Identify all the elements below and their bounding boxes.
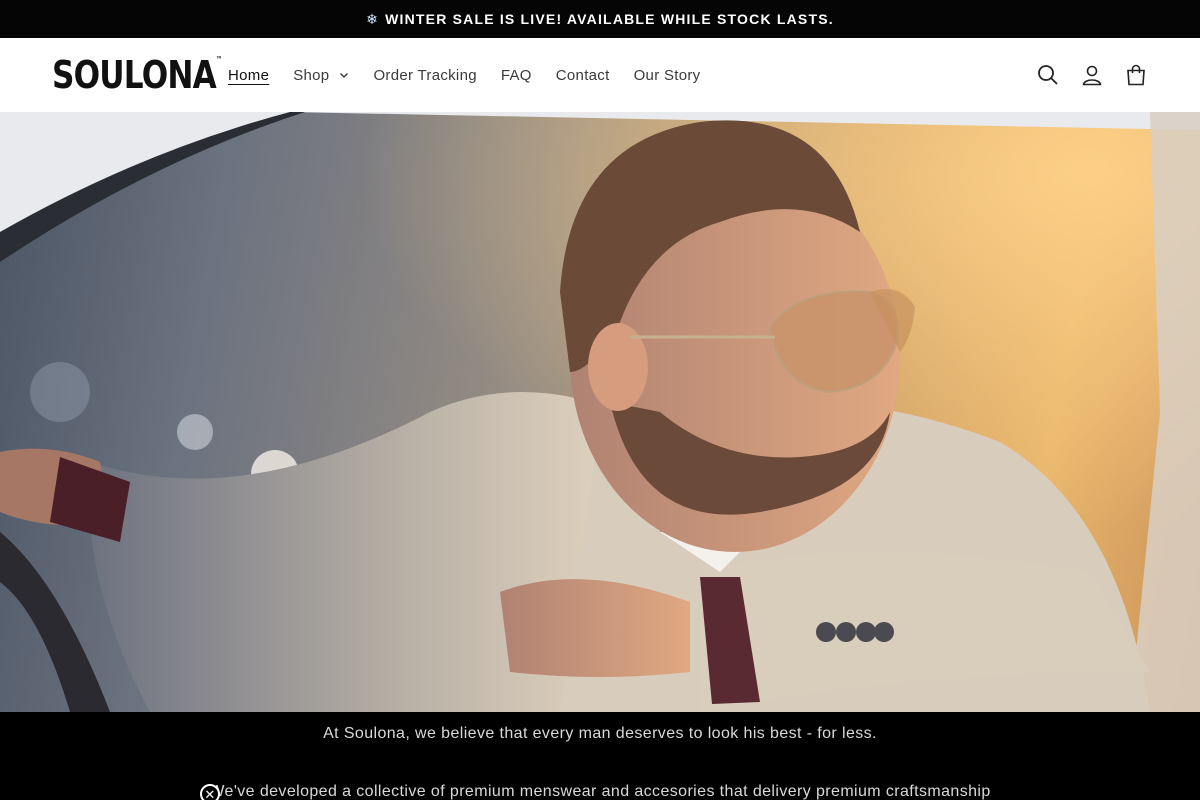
main-nav: Home Shop Order Tracking FAQ Contact Our…	[228, 67, 724, 84]
nav-order-tracking-label: Order Tracking	[373, 66, 477, 84]
chevron-down-icon	[340, 73, 349, 78]
hero-illustration	[0, 112, 1200, 712]
nav-faq[interactable]: FAQ	[501, 67, 532, 84]
nav-home-label: Home	[228, 66, 270, 84]
intro-text-1: At Soulona, we believe that every man de…	[323, 725, 877, 742]
header-icons	[1036, 63, 1148, 87]
nav-faq-label: FAQ	[500, 66, 532, 84]
nav-contact[interactable]: Contact	[556, 67, 610, 84]
hero-image	[0, 112, 1200, 712]
nav-order-tracking[interactable]: Order Tracking	[373, 67, 476, 84]
nav-home[interactable]: Home	[228, 67, 269, 84]
snowflake-icon: ❄	[366, 10, 380, 27]
brand-logo[interactable]: SOULONA ™	[52, 53, 222, 97]
site-header: SOULONA ™ Home Shop Order Tracking FAQ Co…	[0, 38, 1200, 112]
search-icon[interactable]	[1036, 63, 1060, 87]
account-icon[interactable]	[1080, 63, 1104, 87]
nav-shop-label: Shop	[293, 66, 330, 84]
nav-contact-label: Contact	[555, 66, 610, 84]
nav-our-story-label: Our Story	[633, 66, 701, 84]
intro-section: At Soulona, we believe that every man de…	[0, 712, 1200, 800]
announcement-bar: ❄ WINTER SALE IS LIVE! AVAILABLE WHILE S…	[0, 0, 1200, 38]
close-icon[interactable]: ✕	[200, 784, 220, 800]
nav-our-story[interactable]: Our Story	[634, 67, 701, 84]
trademark-mark: ™	[215, 55, 223, 64]
cart-icon[interactable]	[1124, 63, 1148, 87]
announcement-text: WINTER SALE IS LIVE! AVAILABLE WHILE STO…	[385, 11, 834, 27]
brand-logo-text: SOULONA	[52, 53, 217, 97]
intro-text-2: We've developed a collective of premium …	[209, 783, 991, 800]
nav-shop[interactable]: Shop	[293, 67, 349, 84]
